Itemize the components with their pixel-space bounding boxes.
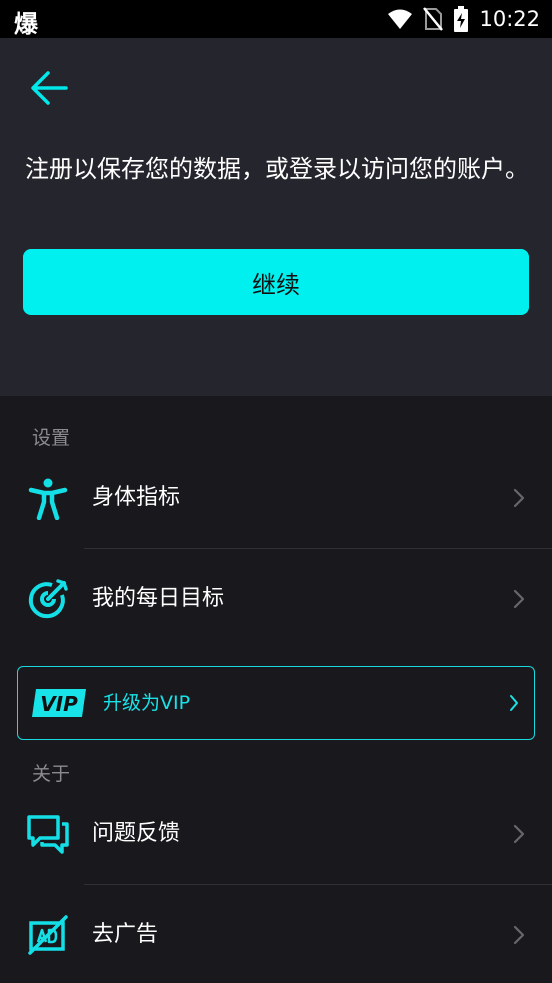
daily-goals-row[interactable]: 我的每日目标 bbox=[0, 549, 552, 649]
sign-in-header: 注册以保存您的数据，或登录以访问您的账户。 继续 bbox=[0, 38, 552, 396]
no-sim-icon bbox=[423, 7, 444, 31]
status-app-glyph: 爆 bbox=[14, 10, 38, 38]
settings-section-title: 设置 bbox=[32, 427, 71, 449]
chevron-right-icon bbox=[513, 589, 525, 609]
about-section-title: 关于 bbox=[32, 763, 71, 785]
vip-badge-text: VIP bbox=[40, 692, 78, 716]
body-metrics-row[interactable]: 身体指标 bbox=[0, 448, 552, 548]
vip-badge-icon: VIP bbox=[32, 689, 86, 717]
chevron-right-icon bbox=[513, 925, 525, 945]
status-bar: 爆 10:22 bbox=[0, 0, 552, 38]
target-icon bbox=[28, 579, 68, 619]
chevron-right-icon bbox=[513, 488, 525, 508]
chevron-right-icon bbox=[510, 695, 518, 711]
sign-in-prompt: 注册以保存您的数据，或登录以访问您的账户。 bbox=[25, 155, 529, 183]
remove-ads-label: 去广告 bbox=[92, 922, 159, 947]
battery-charging-icon bbox=[454, 6, 469, 32]
back-button[interactable] bbox=[26, 68, 74, 108]
feedback-chat-icon bbox=[27, 815, 69, 854]
continue-button[interactable]: 继续 bbox=[23, 249, 529, 315]
daily-goals-label: 我的每日目标 bbox=[92, 586, 225, 611]
remove-ads-row[interactable]: 去广告 bbox=[0, 885, 552, 983]
body-metrics-label: 身体指标 bbox=[92, 485, 181, 510]
status-time: 10:22 bbox=[479, 7, 540, 31]
upgrade-vip-label: 升级为VIP bbox=[103, 692, 191, 714]
feedback-label: 问题反馈 bbox=[92, 821, 181, 846]
no-ads-icon bbox=[28, 915, 68, 955]
feedback-row[interactable]: 问题反馈 bbox=[0, 784, 552, 884]
body-figure-icon bbox=[28, 478, 68, 520]
chevron-right-icon bbox=[513, 824, 525, 844]
wifi-icon bbox=[388, 9, 413, 29]
status-icons: 10:22 bbox=[387, 0, 540, 38]
arrow-left-icon bbox=[31, 71, 68, 105]
upgrade-vip-card[interactable]: VIP 升级为VIP bbox=[17, 666, 535, 740]
